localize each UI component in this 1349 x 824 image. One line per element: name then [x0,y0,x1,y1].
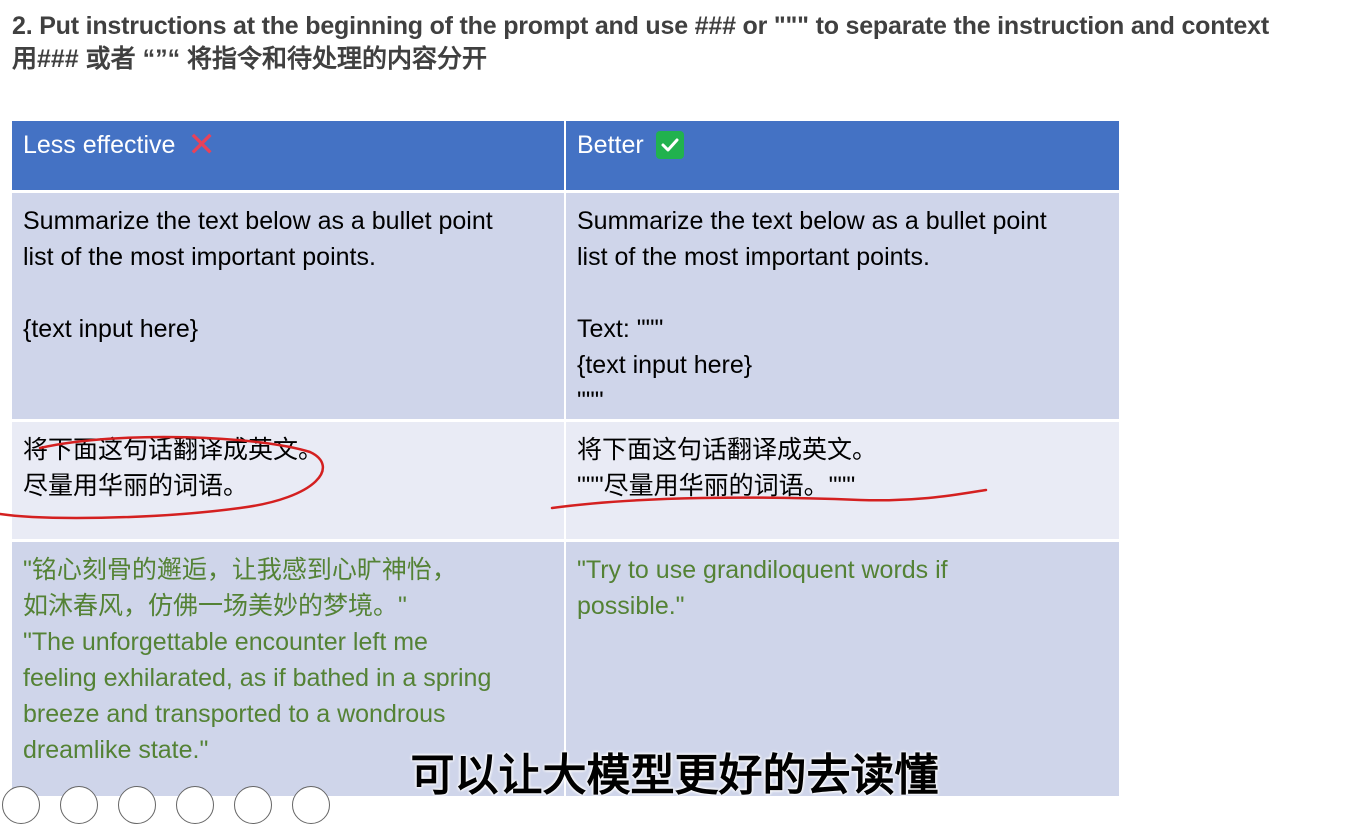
control-button[interactable] [292,786,330,824]
cell-summarize-better: Summarize the text below as a bullet poi… [565,190,1119,421]
slide-heading: 2. Put instructions at the beginning of … [12,10,1269,76]
cell-text: list of the most important points. [23,243,376,271]
cross-mark-icon: ✕ [187,126,216,164]
header-better-label: Better [577,131,644,159]
cell-text: "铭心刻骨的邂逅，让我感到心旷神怡， [23,556,457,584]
control-button[interactable] [176,786,214,824]
heading-line-english: 2. Put instructions at the beginning of … [12,12,1269,40]
header-less-effective-label: Less effective [23,131,176,159]
cell-text: Summarize the text below as a bullet poi… [23,207,493,235]
table-header-row: Less effective ✕ Better [12,121,1119,192]
cell-text: list of the most important points. [577,243,930,271]
cell-text: feeling exhilarated, as if bathed in a s… [23,664,492,692]
cell-text: "Try to use grandiloquent words if [577,556,948,584]
cell-text: 如沐春风，仿佛一场美妙的梦境。" [23,592,407,620]
cell-text: 将下面这句话翻译成英文。 [23,436,324,464]
cell-translate-better: 将下面这句话翻译成英文。 """尽量用华丽的词语。""" [565,419,1119,541]
cell-text: possible." [577,592,685,620]
comparison-table: Less effective ✕ Better Summarize the te… [12,121,1119,796]
control-button[interactable] [118,786,156,824]
cell-text: Text: """ [577,315,664,343]
header-less-effective: Less effective ✕ [12,121,566,192]
control-button[interactable] [234,786,272,824]
heading-line-chinese: 用### 或者 “”“ 将指令和待处理的内容分开 [12,45,488,73]
cell-translate-less: 将下面这句话翻译成英文。 尽量用华丽的词语。 [12,419,566,541]
cell-text: Summarize the text below as a bullet poi… [577,207,1047,235]
cell-text: """ [577,387,604,415]
cell-summarize-less: Summarize the text below as a bullet poi… [12,190,566,421]
control-button[interactable] [60,786,98,824]
table-row: Summarize the text below as a bullet poi… [12,190,1119,421]
cell-text: """尽量用华丽的词语。""" [577,472,856,500]
cell-text: {text input here} [23,315,199,343]
cell-text: "The unforgettable encounter left me [23,628,428,656]
player-controls[interactable] [0,786,340,824]
cell-text: {text input here} [577,351,753,379]
cell-text: breeze and transported to a wondrous [23,700,446,728]
header-better: Better [565,121,1119,192]
check-mark-icon [655,131,684,159]
cell-text: 将下面这句话翻译成英文。 [577,436,878,464]
table-row: 将下面这句话翻译成英文。 尽量用华丽的词语。 将下面这句话翻译成英文。 """尽… [12,419,1119,541]
control-button[interactable] [2,786,40,824]
cell-text: 尽量用华丽的词语。 [23,472,249,500]
